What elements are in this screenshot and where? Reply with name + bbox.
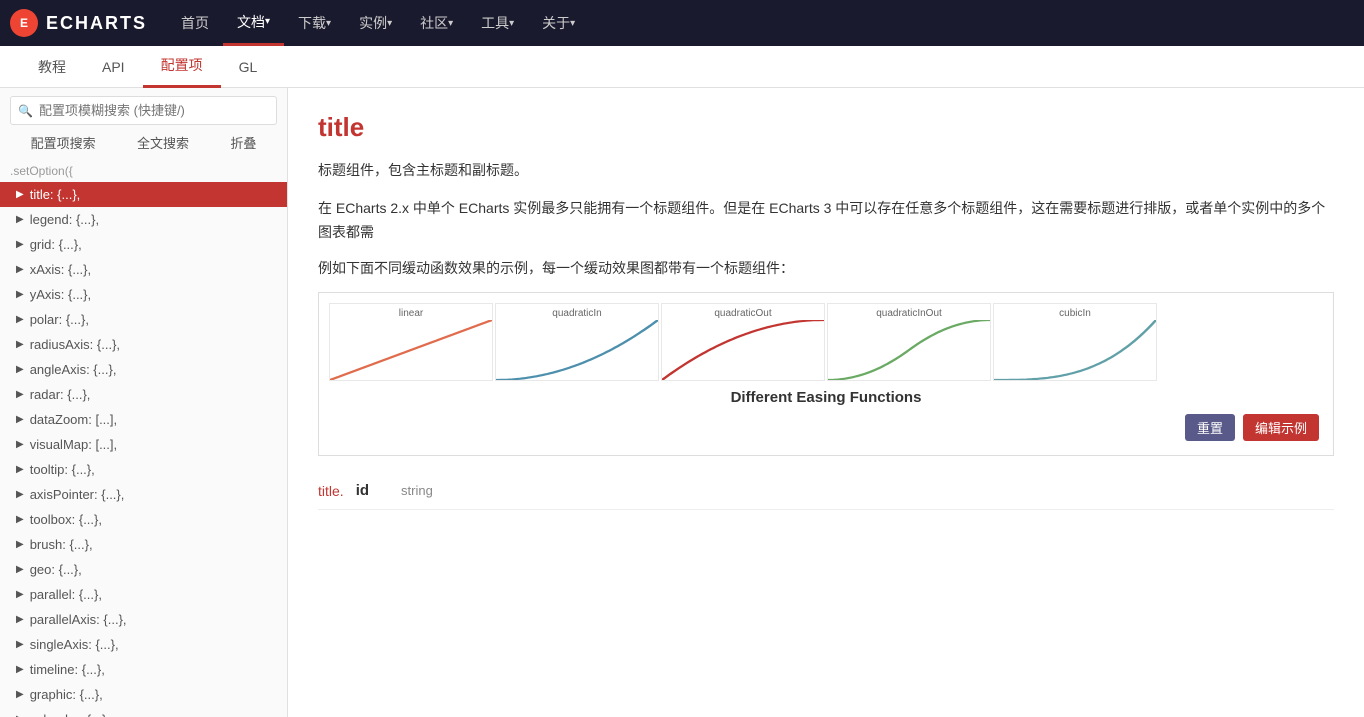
tree-item-parallelaxis[interactable]: ▶ parallelAxis: {...}, <box>0 607 287 632</box>
page-title: title <box>318 112 1334 143</box>
tree-item-parallel[interactable]: ▶ parallel: {...}, <box>0 582 287 607</box>
chart-footer: Different Easing Functions <box>329 381 1323 408</box>
arrow-icon: ▶ <box>16 289 24 300</box>
arrow-icon: ▶ <box>16 489 24 500</box>
sidebar-actions: 配置项搜索 全文搜索 折叠 <box>0 129 287 156</box>
arrow-icon: ▶ <box>16 664 24 675</box>
tree-item-geo[interactable]: ▶ geo: {...}, <box>0 557 287 582</box>
arrow-icon: ▶ <box>16 364 24 375</box>
reset-button[interactable]: 重置 <box>1185 414 1235 441</box>
tree-item-xaxis[interactable]: ▶ xAxis: {...}, <box>0 257 287 282</box>
chart-cell: quadraticIn <box>495 303 659 381</box>
arrow-icon: ▶ <box>16 464 24 475</box>
desc-text-2: 在 ECharts 2.x 中单个 ECharts 实例最多只能拥有一个标题组件… <box>318 197 1334 245</box>
arrow-icon: ▶ <box>16 414 24 425</box>
chart-cell: linear <box>329 303 493 381</box>
example-intro: 例如下面不同缓动函数效果的示例，每一个缓动效果图都带有一个标题组件： <box>318 258 1334 278</box>
arrow-icon: ▶ <box>16 639 24 650</box>
chart-container: linear quadraticIn quadraticOut quadraticIn… <box>318 292 1334 456</box>
prop-row: title. id string <box>318 472 1334 510</box>
nav-download[interactable]: 下载▾ <box>284 0 345 46</box>
prop-path: title. <box>318 483 344 499</box>
arrow-icon: ▶ <box>16 264 24 275</box>
tree-item-legend[interactable]: ▶ legend: {...}, <box>0 207 287 232</box>
prop-name: id <box>356 482 369 499</box>
sidebar: 🔍 配置项搜索 全文搜索 折叠 .setOption({ ▶ title: {.… <box>0 88 288 717</box>
fulltext-search-btn[interactable]: 全文搜索 <box>137 133 189 152</box>
sidebar-search-wrap: 🔍 <box>0 88 287 129</box>
tree-item-grid[interactable]: ▶ grid: {...}, <box>0 232 287 257</box>
arrow-icon: ▶ <box>16 339 24 350</box>
nav-home[interactable]: 首页 <box>167 0 223 46</box>
nav-about[interactable]: 关于▾ <box>528 0 589 46</box>
chart-cell: quadraticInOut <box>827 303 991 381</box>
tree-item-graphic[interactable]: ▶ graphic: {...}, <box>0 682 287 707</box>
sidebar-tree: .setOption({ ▶ title: {...}, ▶ legend: {… <box>0 156 287 717</box>
tree-item-axispointer[interactable]: ▶ axisPointer: {...}, <box>0 482 287 507</box>
search-wrap: 🔍 <box>10 96 277 125</box>
arrow-icon: ▶ <box>16 614 24 625</box>
arrow-icon: ▶ <box>16 689 24 700</box>
search-input[interactable] <box>10 96 277 125</box>
chart-cell: quadraticOut <box>661 303 825 381</box>
tree-item-datazoom[interactable]: ▶ dataZoom: [...], <box>0 407 287 432</box>
config-search-btn[interactable]: 配置项搜索 <box>31 133 96 152</box>
chart-cell-label: quadraticOut <box>714 308 771 319</box>
page-layout: 🔍 配置项搜索 全文搜索 折叠 .setOption({ ▶ title: {.… <box>0 88 1364 717</box>
collapse-btn[interactable]: 折叠 <box>230 133 256 152</box>
chart-cell-label: linear <box>399 308 423 319</box>
chart-cell-label: quadraticIn <box>552 308 601 319</box>
search-icon: 🔍 <box>18 104 33 118</box>
tree-item-visualmap[interactable]: ▶ visualMap: [...], <box>0 432 287 457</box>
chart-buttons: 重置 编辑示例 <box>329 408 1323 445</box>
chart-cell-label: cubicIn <box>1059 308 1091 319</box>
tree-item-polar[interactable]: ▶ polar: {...}, <box>0 307 287 332</box>
nav-docs[interactable]: 文档▾ <box>223 0 284 46</box>
arrow-icon: ▶ <box>16 214 24 225</box>
tree-item-timeline[interactable]: ▶ timeline: {...}, <box>0 657 287 682</box>
nav-tools[interactable]: 工具▾ <box>467 0 528 46</box>
edit-example-button[interactable]: 编辑示例 <box>1243 414 1319 441</box>
tab-api[interactable]: API <box>84 46 143 88</box>
tree-item-calendar[interactable]: ▶ calendar: {...}, <box>0 707 287 717</box>
main-content: title 标题组件，包含主标题和副标题。 在 ECharts 2.x 中单个 … <box>288 88 1364 717</box>
logo: E ECHARTS <box>10 9 147 37</box>
tree-item-brush[interactable]: ▶ brush: {...}, <box>0 532 287 557</box>
arrow-icon: ▶ <box>16 539 24 550</box>
tree-item-tooltip[interactable]: ▶ tooltip: {...}, <box>0 457 287 482</box>
prop-type: string <box>401 483 433 498</box>
arrow-icon: ▶ <box>16 439 24 450</box>
arrow-icon: ▶ <box>16 589 24 600</box>
arrow-icon: ▶ <box>16 514 24 525</box>
tree-root: .setOption({ <box>0 160 287 182</box>
arrow-icon: ▶ <box>16 564 24 575</box>
chart-grid: linear quadraticIn quadraticOut quadraticIn… <box>329 303 1323 381</box>
arrow-icon: ▶ <box>16 389 24 400</box>
tab-gl[interactable]: GL <box>221 46 276 88</box>
arrow-icon: ▶ <box>16 239 24 250</box>
tab-config[interactable]: 配置项 <box>143 46 221 88</box>
logo-text: ECHARTS <box>46 13 147 34</box>
tree-item-toolbox[interactable]: ▶ toolbox: {...}, <box>0 507 287 532</box>
tree-item-title[interactable]: ▶ title: {...}, <box>0 182 287 207</box>
tree-item-radiusaxis[interactable]: ▶ radiusAxis: {...}, <box>0 332 287 357</box>
nav-community[interactable]: 社区▾ <box>406 0 467 46</box>
chart-cell: cubicIn <box>993 303 1157 381</box>
desc-text-1: 标题组件，包含主标题和副标题。 <box>318 159 1334 183</box>
secondary-nav: 教程 API 配置项 GL <box>0 46 1364 88</box>
tree-item-angleaxis[interactable]: ▶ angleAxis: {...}, <box>0 357 287 382</box>
tree-item-radar[interactable]: ▶ radar: {...}, <box>0 382 287 407</box>
nav-examples[interactable]: 实例▾ <box>345 0 406 46</box>
arrow-icon: ▶ <box>16 314 24 325</box>
tab-tutorial[interactable]: 教程 <box>20 46 84 88</box>
chart-cell-label: quadraticInOut <box>876 308 942 319</box>
tree-item-singleaxis[interactable]: ▶ singleAxis: {...}, <box>0 632 287 657</box>
tree-item-yaxis[interactable]: ▶ yAxis: {...}, <box>0 282 287 307</box>
logo-icon: E <box>10 9 38 37</box>
arrow-icon: ▶ <box>16 189 24 200</box>
top-nav: E ECHARTS 首页 文档▾ 下载▾ 实例▾ 社区▾ 工具▾ 关于▾ <box>0 0 1364 46</box>
